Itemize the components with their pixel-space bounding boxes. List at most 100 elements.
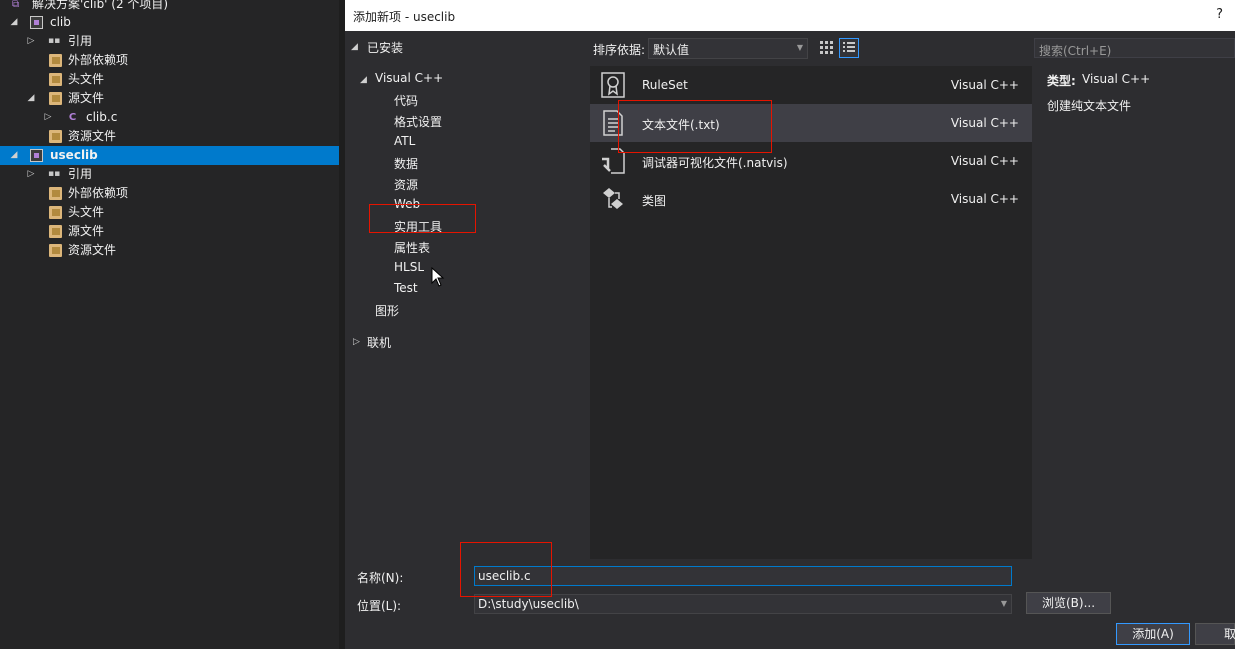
tree-item-label: 引用 [68,167,93,181]
tree-item-clib-c[interactable]: ▷ C clib.c [0,108,339,127]
tree-item-label: 资源文件 [68,243,117,257]
list-view-button[interactable] [839,38,859,58]
tree-item-label: 源文件 [68,91,105,105]
template-item-ruleset[interactable]: RuleSet Visual C++ [590,66,1032,104]
category-formatting[interactable]: 格式设置 [394,113,442,130]
solution-label: 解决方案'clib' (2 个项目) [32,0,169,11]
tree-item-resource-files[interactable]: 资源文件 [0,241,339,260]
folder-icon [49,73,62,86]
expanded-arrow-icon[interactable]: ◢ [26,89,36,108]
grid-view-icon[interactable] [818,39,834,55]
template-language: Visual C++ [950,154,1019,168]
tree-item-label: 资源文件 [68,129,117,143]
add-button[interactable]: 添加(A) [1116,623,1190,645]
location-label: 位置(L): [357,599,402,613]
dropdown-arrow-icon: ▼ [796,43,803,52]
project-useclib[interactable]: ◢ useclib [0,146,339,165]
template-description: 创建纯文本文件 [1047,99,1132,113]
tree-item-references[interactable]: ▷ ▪▪ 引用 [0,165,339,184]
collapsed-arrow-icon[interactable]: ▷ [26,32,36,51]
category-installed[interactable]: 已安装 [367,39,403,56]
tree-item-label: 头文件 [68,72,105,86]
cpp-project-icon [30,149,43,162]
template-name: RuleSet [642,78,688,92]
category-graphics[interactable]: 图形 [375,302,399,319]
tree-item-header-files[interactable]: 头文件 [0,70,339,89]
expanded-arrow-icon[interactable]: ◢ [360,75,367,85]
category-visual-cpp[interactable]: Visual C++ [375,71,443,85]
references-icon: ▪▪ [48,169,61,179]
dropdown-arrow-icon: ▼ [1000,599,1007,608]
list-view-icon [843,42,855,52]
highlight-utility-category [369,204,476,233]
solution-node[interactable]: ⧉ 解决方案'clib' (2 个项目) [0,0,339,14]
solution-icon: ⧉ [12,0,20,10]
template-name: 调试器可视化文件(.natvis) [642,156,788,170]
tree-item-label: 头文件 [68,205,105,219]
tree-item-external-deps[interactable]: 外部依赖项 [0,184,339,203]
category-hlsl[interactable]: HLSL [394,260,424,274]
tree-item-header-files[interactable]: 头文件 [0,203,339,222]
dialog-title: 添加新项 - useclib [353,10,456,24]
name-field[interactable]: useclib.c [474,566,1012,586]
folder-icon [49,244,62,257]
search-input[interactable]: 搜索(Ctrl+E) [1034,38,1235,58]
mouse-cursor-icon [431,267,445,287]
template-language: Visual C++ [950,116,1019,130]
tree-item-source-files[interactable]: 源文件 [0,222,339,241]
cancel-button[interactable]: 取 [1195,623,1235,645]
project-clib[interactable]: ◢ clib [0,13,339,32]
expanded-arrow-icon[interactable]: ◢ [9,13,19,32]
sort-label: 排序依据: [593,43,646,57]
search-placeholder: 搜索(Ctrl+E) [1039,44,1112,58]
template-language: Visual C++ [950,78,1019,92]
browse-button[interactable]: 浏览(B)... [1026,592,1111,614]
category-data[interactable]: 数据 [394,155,418,172]
folder-icon [49,225,62,238]
collapsed-arrow-icon[interactable]: ▷ [43,108,53,127]
template-details: 类型: Visual C++ 创建纯文本文件 [1034,66,1235,559]
name-label: 名称(N): [357,571,404,585]
category-code[interactable]: 代码 [394,92,418,109]
template-item-class-diagram[interactable]: 类图 Visual C++ [590,180,1032,218]
folder-icon [49,130,62,143]
tree-item-label: 引用 [68,34,93,48]
template-name: 类图 [642,194,667,208]
class-diagram-icon [603,188,623,209]
highlight-name-field [460,542,552,597]
location-value: D:\study\useclib\ [478,597,579,611]
category-resource[interactable]: 资源 [394,176,418,193]
highlight-text-file-template [618,100,772,153]
folder-icon [49,54,62,67]
tree-item-label: clib.c [86,110,118,124]
expanded-arrow-icon[interactable]: ◢ [351,42,358,52]
tree-item-label: 外部依赖项 [68,186,129,200]
tree-item-references[interactable]: ▷ ▪▪ 引用 [0,32,339,51]
tree-item-source-files[interactable]: ◢ 源文件 [0,89,339,108]
tree-item-resource-files[interactable]: 资源文件 [0,127,339,146]
type-label: 类型: [1047,74,1076,88]
category-test[interactable]: Test [394,281,418,295]
collapsed-arrow-icon[interactable]: ▷ [26,165,36,184]
collapsed-arrow-icon[interactable]: ▷ [353,337,360,347]
template-language: Visual C++ [950,192,1019,206]
project-label: clib [50,15,71,29]
sort-value: 默认值 [653,43,690,57]
tree-item-label: 外部依赖项 [68,53,129,67]
references-icon: ▪▪ [48,36,61,46]
project-label: useclib [50,148,98,162]
location-field[interactable]: D:\study\useclib\ ▼ [474,594,1012,614]
category-property-sheets[interactable]: 属性表 [394,239,430,256]
c-file-icon: C [68,112,77,123]
tree-item-external-deps[interactable]: 外部依赖项 [0,51,339,70]
category-tree: ◢ 已安装 ◢ Visual C++ 代码 格式设置 ATL 数据 资源 Web… [345,31,588,559]
sort-dropdown[interactable]: 默认值 ▼ [648,38,808,59]
help-button[interactable]: ? [1216,7,1223,22]
expanded-arrow-icon[interactable]: ◢ [9,146,19,165]
cpp-project-icon [30,16,43,29]
category-atl[interactable]: ATL [394,134,415,148]
folder-icon [49,206,62,219]
category-online[interactable]: 联机 [367,334,391,351]
folder-open-icon [49,92,62,105]
ruleset-icon [601,72,625,98]
